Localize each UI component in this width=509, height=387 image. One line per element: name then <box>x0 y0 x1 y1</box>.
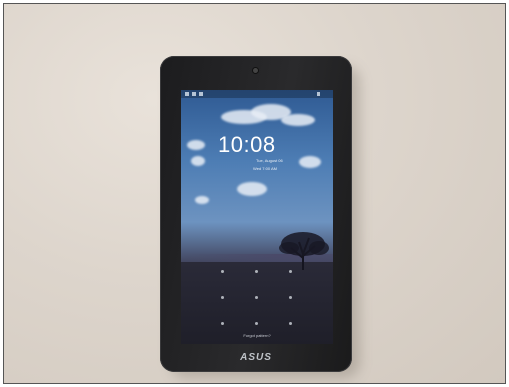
pattern-dot-icon[interactable] <box>255 270 258 273</box>
photo: 10:08 Tue, August 06 Wed 7:00 AM Forgot … <box>3 3 506 384</box>
cloud <box>299 156 321 168</box>
cloud <box>191 156 205 166</box>
cloud <box>237 182 267 196</box>
status-notification-icon <box>199 92 203 96</box>
status-notification-icon <box>185 92 189 96</box>
pattern-dot-icon[interactable] <box>221 296 224 299</box>
wallpaper-landscape <box>181 262 333 344</box>
cloud <box>187 140 205 150</box>
lock-date: Tue, August 06 <box>256 158 283 163</box>
next-alarm: Wed 7:00 AM <box>253 166 277 171</box>
pattern-dot-icon[interactable] <box>289 296 292 299</box>
lock-screen[interactable]: 10:08 Tue, August 06 Wed 7:00 AM Forgot … <box>181 90 333 344</box>
tablet-device: 10:08 Tue, August 06 Wed 7:00 AM Forgot … <box>160 56 352 372</box>
pattern-dot-icon[interactable] <box>255 296 258 299</box>
cloud <box>281 114 315 126</box>
pattern-dot-icon[interactable] <box>255 322 258 325</box>
forgot-pattern-link[interactable]: Forgot pattern? <box>181 333 333 338</box>
pattern-dot-icon[interactable] <box>221 270 224 273</box>
pattern-dot-icon[interactable] <box>289 322 292 325</box>
camera-icon <box>253 68 258 73</box>
tree-icon <box>279 232 329 270</box>
pattern-dot-icon[interactable] <box>289 270 292 273</box>
status-notification-icon <box>192 92 196 96</box>
pattern-dot-icon[interactable] <box>221 322 224 325</box>
status-bar <box>181 90 333 98</box>
battery-icon <box>317 92 320 96</box>
cloud <box>195 196 209 204</box>
brand-logo: ASUS <box>240 352 272 363</box>
lock-clock: 10:08 <box>218 132 276 157</box>
